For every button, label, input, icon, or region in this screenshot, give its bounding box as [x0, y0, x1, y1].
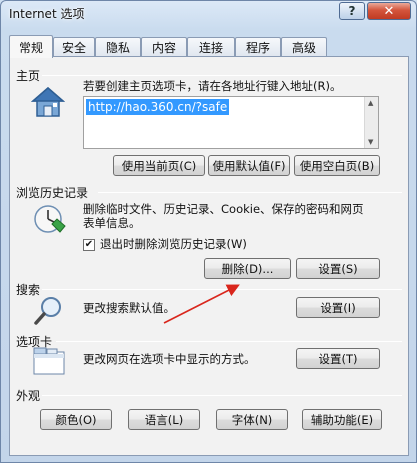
divider	[42, 289, 402, 290]
delete-history-button[interactable]: 删除(D)...	[204, 258, 291, 279]
history-settings-button[interactable]: 设置(S)	[296, 258, 380, 279]
divider	[42, 75, 402, 76]
delete-on-exit-checkbox[interactable]: ✔	[83, 239, 95, 251]
tab-programs[interactable]: 程序	[235, 37, 281, 57]
history-clock-icon	[34, 205, 66, 233]
home-section-label: 主页	[16, 69, 41, 83]
history-section-label: 浏览历史记录	[16, 186, 89, 200]
colors-button[interactable]: 颜色(O)	[40, 409, 112, 430]
scroll-down-icon[interactable]: ▼	[368, 138, 373, 146]
languages-button[interactable]: 语言(L)	[128, 409, 200, 430]
fonts-button[interactable]: 字体(N)	[216, 409, 288, 430]
tab-privacy[interactable]: 隐私	[95, 37, 141, 57]
home-page-url-value[interactable]: http://hao.360.cn/?safe	[86, 99, 230, 115]
internet-options-window: Internet 选项 ? ✕ 常规 安全 隐私 内容 连接 程序 高级 主页 …	[0, 0, 417, 463]
divider	[98, 192, 402, 193]
home-page-url-field[interactable]: http://hao.360.cn/?safe ▲ ▼	[83, 96, 379, 149]
tab-connections[interactable]: 连接	[187, 37, 235, 57]
divider	[56, 341, 402, 342]
appearance-section-label: 外观	[16, 389, 41, 403]
help-icon: ?	[348, 4, 356, 18]
tab-advanced[interactable]: 高级	[281, 37, 327, 57]
use-blank-button[interactable]: 使用空白页(B)	[294, 155, 380, 176]
search-settings-button[interactable]: 设置(I)	[296, 297, 380, 318]
use-default-button[interactable]: 使用默认值(F)	[208, 155, 290, 176]
history-description-line1: 删除临时文件、历史记录、Cookie、保存的密码和网页	[83, 202, 364, 216]
tab-security[interactable]: 安全	[53, 37, 95, 57]
use-current-button[interactable]: 使用当前页(C)	[113, 155, 205, 176]
title-bar[interactable]: Internet 选项 ? ✕	[1, 1, 416, 27]
tab-general[interactable]: 常规	[9, 35, 53, 58]
divider	[42, 395, 402, 396]
home-description: 若要创建主页选项卡，请在各地址行键入地址(R)。	[83, 79, 342, 93]
help-button[interactable]: ?	[339, 2, 365, 20]
tab-content[interactable]: 内容	[141, 37, 187, 57]
delete-on-exit-label[interactable]: 退出时删除浏览历史记录(W)	[100, 237, 247, 252]
url-scrollbar[interactable]: ▲ ▼	[364, 97, 378, 148]
search-description: 更改搜索默认值。	[83, 301, 175, 315]
accessibility-button[interactable]: 辅助功能(E)	[302, 409, 382, 430]
window-title: Internet 选项	[9, 7, 85, 21]
home-icon	[30, 87, 66, 117]
close-button[interactable]: ✕	[367, 2, 411, 20]
history-description-line2: 表单信息。	[83, 216, 141, 230]
scroll-up-icon[interactable]: ▲	[368, 99, 373, 107]
tabs-description: 更改网页在选项卡中显示的方式。	[83, 352, 256, 366]
tabs-settings-button[interactable]: 设置(T)	[296, 348, 380, 369]
general-tab-panel: 主页 若要创建主页选项卡，请在各地址行键入地址(R)。 http://hao.3…	[9, 56, 409, 456]
search-magnifier-icon	[34, 297, 61, 325]
close-icon: ✕	[383, 3, 395, 19]
tabs-icon	[33, 347, 65, 375]
